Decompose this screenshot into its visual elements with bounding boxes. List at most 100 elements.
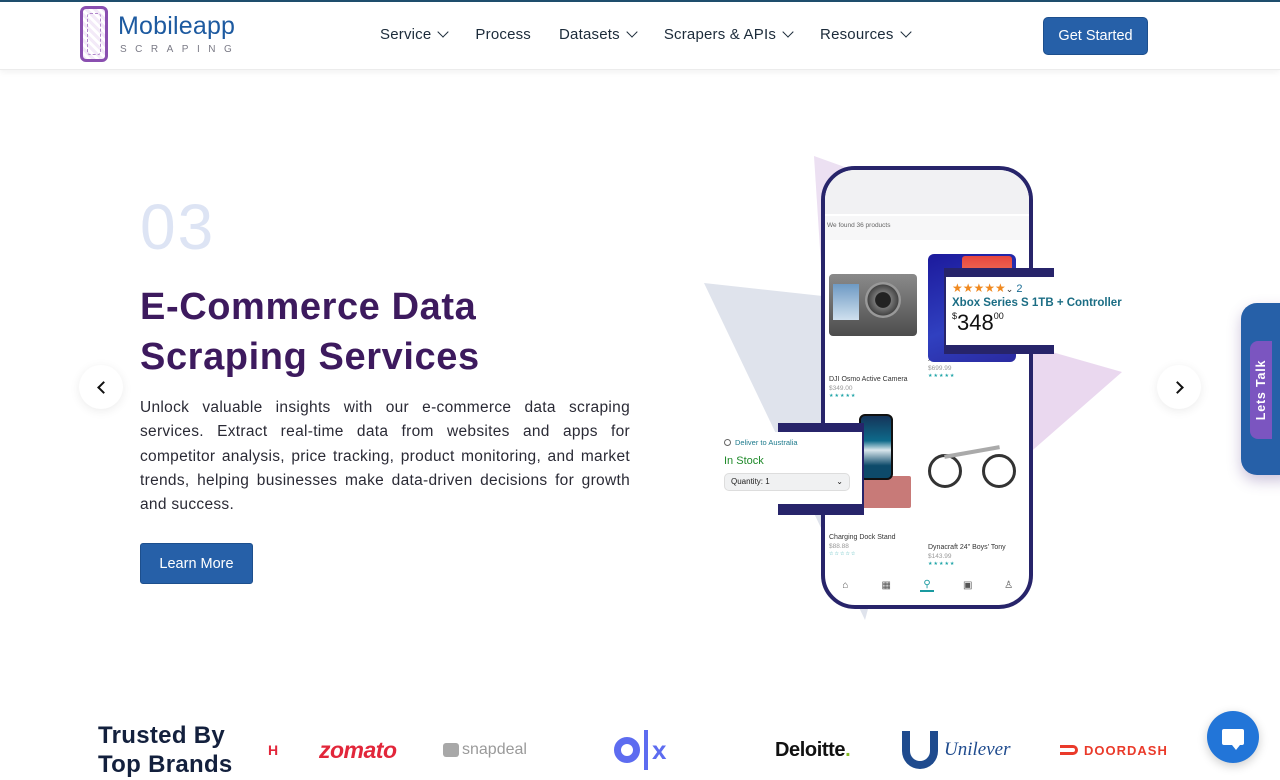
brand-logo-doordash: DOORDASH <box>1060 730 1168 770</box>
brand-text: H <box>268 742 279 758</box>
phone-status-area <box>825 170 1029 214</box>
brand-dot: . <box>845 738 851 761</box>
hero-illustration: We found 36 products DJI Osmo Active Cam… <box>690 140 1140 630</box>
hero-title-line1: E-Commerce Data <box>140 286 477 328</box>
doordash-icon <box>1060 745 1078 755</box>
phone-bottom-nav: ⌂ ▦ ⚲ ▣ ♙ <box>825 575 1029 595</box>
hero-title: E-Commerce Data Scraping Services <box>140 282 560 382</box>
rating-stars: ★★★★★ <box>952 281 1006 295</box>
slide-number: 03 <box>140 191 216 263</box>
rating-count: 2 <box>1016 283 1023 295</box>
nav-label: Resources <box>820 26 894 43</box>
product-price: $349.00 <box>829 385 853 392</box>
lets-talk-tab[interactable]: Lets Talk <box>1241 303 1280 475</box>
product-price: $88.88 <box>829 543 849 550</box>
price-fraction: 00 <box>993 311 1004 321</box>
trusted-brands-heading: Trusted By Top Brands <box>98 721 233 779</box>
logo-phone-icon <box>80 6 108 62</box>
lets-talk-label: Lets Talk <box>1254 359 1268 421</box>
product-price: $143.99 <box>928 553 952 560</box>
chevron-down-icon: ⌄ <box>836 477 843 486</box>
olx-o-shape <box>614 737 640 763</box>
product-stars: ☆☆☆☆☆ <box>829 551 857 557</box>
lets-talk-label-bg: Lets Talk <box>1250 341 1272 439</box>
chevron-down-icon <box>437 26 450 38</box>
product-name: Dynacraft 24" Boys' Tony <box>928 544 1006 551</box>
nav-item-scrapers-apis[interactable]: Scrapers & APIs <box>663 26 794 43</box>
brand-text: DOORDASH <box>1084 742 1168 758</box>
hero-description: Unlock valuable insights with our e-comm… <box>140 399 630 514</box>
brand-logo-deloitte: Deloitte. <box>775 730 851 770</box>
product-stars: ★★★★★ <box>928 373 956 379</box>
chevron-down-icon <box>899 26 912 38</box>
olx-bar-shape <box>644 730 648 770</box>
home-icon: ⌂ <box>842 579 849 591</box>
brand-logo-unilever: Unilever <box>902 730 1010 770</box>
heading-line1: Trusted By <box>98 722 226 749</box>
quantity-select: Quantity: 1 ⌄ <box>724 473 850 491</box>
brand-text: x <box>652 734 667 765</box>
site-header: Mobileapp SCRAPING Service Process Datas… <box>0 2 1280 70</box>
nav-item-resources[interactable]: Resources <box>820 26 912 43</box>
chevron-left-icon <box>96 380 110 394</box>
get-started-button[interactable]: Get Started <box>1043 17 1148 55</box>
hero-title-line2: Scraping Services <box>140 336 480 378</box>
snapdeal-icon <box>443 743 459 757</box>
product-name: Charging Dock Stand <box>829 534 896 541</box>
brand-text: snapdeal <box>462 741 527 758</box>
bag-icon: ▣ <box>963 579 973 591</box>
xbox-product-card: ★★★★★⌄ 2 Xbox Series S 1TB + Controller $… <box>946 277 1122 345</box>
grid-icon: ▦ <box>881 579 891 591</box>
carousel-next-button[interactable] <box>1157 365 1201 409</box>
product-card: DJI Osmo Active Camera $349.00 ★★★★★ <box>829 254 921 399</box>
product-stars: ★★★★★ <box>928 561 956 567</box>
xbox-title: Xbox Series S 1TB + Controller <box>952 297 1122 309</box>
quantity-label: Quantity: 1 <box>731 477 770 486</box>
chevron-down-icon <box>626 26 638 38</box>
xbox-price: $34800 <box>952 310 1110 336</box>
deliver-location: Deliver to Australia <box>724 438 858 447</box>
brand-text: zomato <box>319 736 397 763</box>
nav-item-datasets[interactable]: Datasets <box>559 26 638 43</box>
price-whole: 348 <box>957 310 994 335</box>
phone-mockup: We found 36 products DJI Osmo Active Cam… <box>821 166 1033 609</box>
brand-logo-zomato: zomato <box>319 730 397 770</box>
deliver-text: Deliver to Australia <box>735 438 798 447</box>
product-card: Dynacraft 24" Boys' Tony $143.99 ★★★★★ <box>928 414 1020 567</box>
brand-logo-olx: x <box>614 730 666 770</box>
nav-item-service[interactable]: Service <box>380 26 450 43</box>
heading-line2: Top Brands <box>98 751 233 778</box>
chat-widget-button[interactable] <box>1207 711 1259 763</box>
stock-status: In Stock <box>724 455 764 467</box>
nav-label: Datasets <box>559 26 620 43</box>
stock-card: Deliver to Australia In Stock Quantity: … <box>720 432 862 504</box>
found-products-text: We found 36 products <box>825 216 1029 240</box>
brand-logo-snapdeal: snapdeal <box>443 730 527 770</box>
product-name: DJI Osmo Active Camera <box>829 376 908 383</box>
brand-text: Unilever <box>944 739 1011 760</box>
product-price: $699.99 <box>928 365 952 372</box>
search-icon: ⚲ <box>919 579 934 592</box>
chevron-right-icon <box>1170 380 1184 394</box>
product-image-camera <box>829 274 919 374</box>
carousel-prev-button[interactable] <box>79 365 123 409</box>
nav-label: Process <box>475 26 532 43</box>
brand-logo-partial: H <box>268 730 278 770</box>
chevron-down-icon <box>782 26 794 38</box>
logo-main-text: Mobileapp <box>118 12 236 40</box>
unilever-u-icon <box>902 731 938 769</box>
learn-more-button[interactable]: Learn More <box>140 543 253 584</box>
site-logo[interactable]: Mobileapp SCRAPING <box>80 6 250 64</box>
brand-text: Deloitte <box>775 738 846 761</box>
user-icon: ♙ <box>1004 579 1014 591</box>
nav-label: Scrapers & APIs <box>663 26 777 43</box>
nav-label: Service <box>380 26 432 43</box>
chat-icon <box>1222 729 1244 750</box>
xbox-rating: ★★★★★⌄ 2 <box>952 281 1023 295</box>
location-pin-icon <box>724 439 731 446</box>
nav-item-process[interactable]: Process <box>475 26 531 43</box>
product-image-bike <box>928 424 1018 524</box>
logo-sub-text: SCRAPING <box>120 44 241 55</box>
product-stars: ★★★★★ <box>829 393 857 399</box>
main-nav: Service Process Datasets Scrapers & APIs… <box>380 26 938 43</box>
